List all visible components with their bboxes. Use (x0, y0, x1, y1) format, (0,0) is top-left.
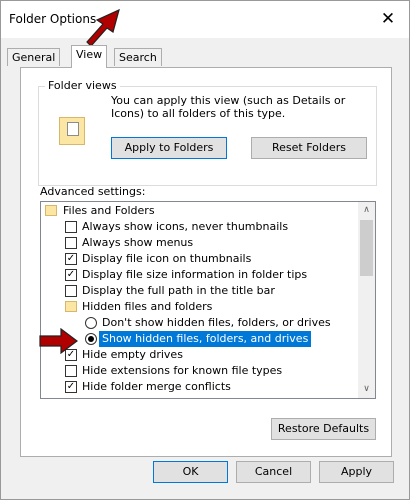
ok-button[interactable]: OK (153, 461, 228, 483)
title-bar: Folder Options ✕ (1, 1, 409, 38)
advanced-settings-label: Advanced settings: (40, 185, 146, 198)
folder-views-icon (59, 117, 85, 145)
checkbox-always-show-menus[interactable] (65, 237, 77, 249)
tab-general[interactable]: General (7, 48, 61, 66)
folder-options-dialog: Folder Options ✕ General View Search Fol… (0, 0, 410, 500)
radio-dont-show-hidden[interactable] (85, 317, 97, 329)
folder-views-title: Folder views (45, 79, 120, 92)
checkbox-hide-merge-conflicts[interactable]: ✓ (65, 381, 77, 393)
tab-view[interactable]: View (71, 45, 108, 68)
folder-icon (65, 301, 77, 312)
folder-views-description: You can apply this view (such as Details… (111, 94, 346, 120)
apply-button[interactable]: Apply (319, 461, 394, 483)
checkbox-always-show-icons[interactable] (65, 221, 77, 233)
checkbox-display-full-path[interactable] (65, 285, 77, 297)
cancel-button[interactable]: Cancel (236, 461, 311, 483)
radio-show-hidden[interactable] (85, 333, 97, 345)
checkbox-hide-extensions[interactable] (65, 365, 77, 377)
vertical-scrollbar[interactable]: ∧ ∨ (358, 202, 375, 398)
checkbox-display-file-size[interactable]: ✓ (65, 269, 77, 281)
view-tab-panel: Folder views You can apply this view (su… (20, 67, 392, 457)
advanced-settings-list[interactable]: Files and Folders Always show icons, nev… (40, 201, 376, 399)
folder-views-group: Folder views You can apply this view (su… (38, 79, 377, 186)
tab-strip: General View Search (1, 45, 409, 68)
reset-folders-button[interactable]: Reset Folders (251, 137, 367, 159)
restore-defaults-button[interactable]: Restore Defaults (271, 418, 376, 440)
apply-to-folders-button[interactable]: Apply to Folders (111, 137, 227, 159)
checkbox-display-file-icon[interactable]: ✓ (65, 253, 77, 265)
red-arrow-icon (39, 328, 78, 354)
close-icon[interactable]: ✕ (375, 6, 401, 32)
scroll-up-icon[interactable]: ∧ (358, 202, 375, 219)
red-arrow-icon (86, 8, 120, 47)
folder-icon (45, 205, 57, 216)
scroll-thumb[interactable] (360, 220, 373, 276)
tab-search[interactable]: Search (114, 48, 162, 66)
scroll-down-icon[interactable]: ∨ (358, 381, 375, 398)
